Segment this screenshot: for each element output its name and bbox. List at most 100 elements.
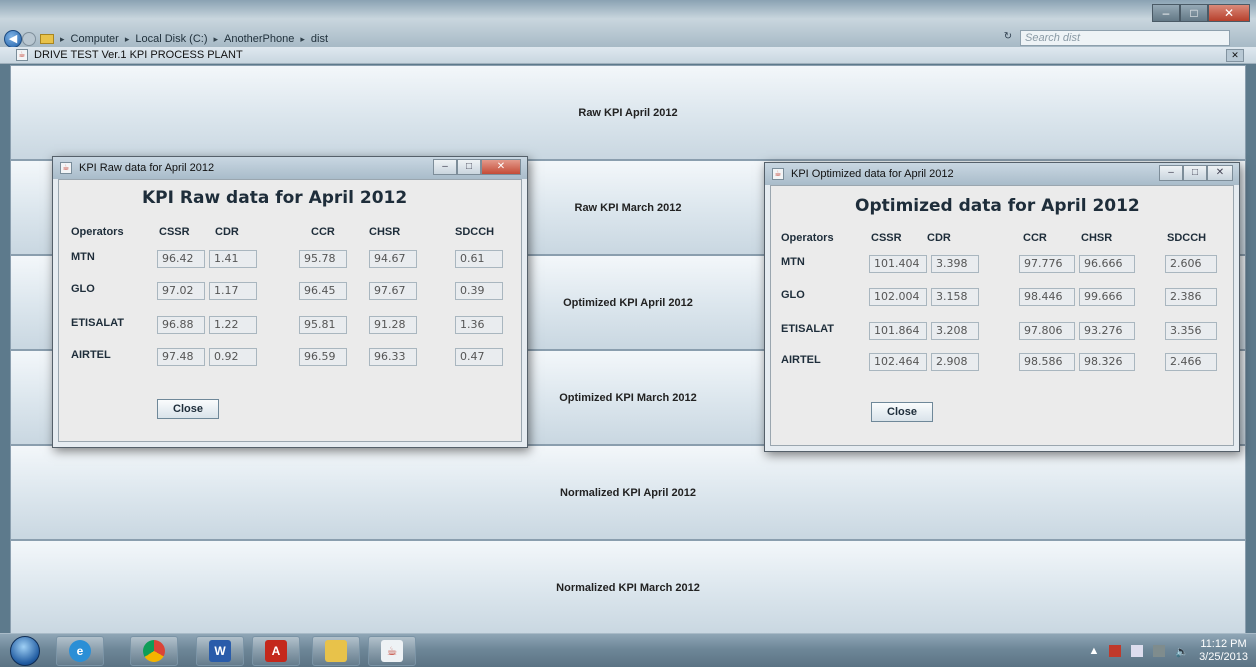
cell-airtel-cdr[interactable]: 0.92 — [209, 348, 257, 366]
column-header-cdr: CDR — [927, 232, 951, 244]
column-header-chsr: CHSR — [369, 226, 401, 238]
raw-kpi-april-button[interactable]: Raw KPI April 2012 — [10, 65, 1246, 160]
cell-mtn-chsr[interactable]: 96.666 — [1079, 255, 1135, 273]
taskbar-java[interactable]: ☕ — [368, 636, 416, 666]
cell-mtn-cssr[interactable]: 101.404 — [869, 255, 927, 273]
row-label-airtel: AIRTEL — [781, 354, 821, 366]
cell-glo-cdr[interactable]: 3.158 — [931, 288, 979, 306]
raw-dialog-content: KPI Raw data for April 2012 Operators CS… — [58, 179, 522, 442]
optimized-dialog-content: Optimized data for April 2012 Operators … — [770, 185, 1234, 446]
folder-icon — [325, 640, 347, 662]
cell-mtn-cdr[interactable]: 3.398 — [931, 255, 979, 273]
taskbar-word[interactable]: W — [196, 636, 244, 666]
clock[interactable]: 11:12 PM 3/25/2013 — [1199, 638, 1248, 664]
app-title: DRIVE TEST Ver.1 KPI PROCESS PLANT — [34, 49, 243, 61]
cell-airtel-cssr[interactable]: 97.48 — [157, 348, 205, 366]
start-button[interactable] — [10, 636, 40, 666]
cell-etisalat-cdr[interactable]: 1.22 — [209, 316, 257, 334]
cell-airtel-chsr[interactable]: 96.33 — [369, 348, 417, 366]
cell-etisalat-ccr[interactable]: 97.806 — [1019, 322, 1075, 340]
breadcrumb-item-anotherphone[interactable]: AnotherPhone — [224, 33, 294, 45]
cell-glo-cdr[interactable]: 1.17 — [209, 282, 257, 300]
breadcrumb-item-dist[interactable]: dist — [311, 33, 328, 45]
app-close-button[interactable]: ✕ — [1226, 49, 1244, 62]
close-button[interactable]: ✕ — [1208, 4, 1250, 22]
java-icon: ☕ — [60, 162, 72, 174]
cell-etisalat-cssr[interactable]: 96.88 — [157, 316, 205, 334]
taskbar-ie[interactable]: e — [56, 636, 104, 666]
maximize-button[interactable]: □ — [1180, 4, 1208, 22]
cell-etisalat-sdcch[interactable]: 3.356 — [1165, 322, 1217, 340]
cell-etisalat-cssr[interactable]: 101.864 — [869, 322, 927, 340]
action-center-icon[interactable] — [1109, 645, 1122, 657]
cell-airtel-cdr[interactable]: 2.908 — [931, 353, 979, 371]
normalized-kpi-march-button[interactable]: Normalized KPI March 2012 — [10, 540, 1246, 635]
breadcrumb-item-local-disk[interactable]: Local Disk (C:) — [135, 33, 207, 45]
taskbar: e W A ☕ ▲ 🔈 11:12 PM 3/25/2013 — [0, 633, 1256, 667]
system-tray: ▲ 🔈 11:12 PM 3/25/2013 — [1088, 636, 1248, 666]
taskbar-explorer[interactable] — [312, 636, 360, 666]
cell-mtn-cdr[interactable]: 1.41 — [209, 250, 257, 268]
battery-icon[interactable] — [1131, 645, 1144, 657]
clock-date: 3/25/2013 — [1199, 651, 1248, 663]
optimized-dialog-titlebar[interactable]: ☕ KPI Optimized data for April 2012 – □ … — [765, 163, 1239, 185]
cell-glo-ccr[interactable]: 96.45 — [299, 282, 347, 300]
raw-data-dialog: ☕ KPI Raw data for April 2012 – □ ✕ KPI … — [52, 156, 528, 448]
row-label-etisalat: ETISALAT — [781, 323, 834, 335]
maximize-button[interactable]: □ — [457, 159, 481, 175]
raw-close-button[interactable]: Close — [157, 399, 219, 419]
normalized-kpi-april-button[interactable]: Normalized KPI April 2012 — [10, 445, 1246, 540]
breadcrumb: ▸ Computer ▸ Local Disk (C:) ▸ AnotherPh… — [40, 33, 328, 45]
cell-airtel-ccr[interactable]: 96.59 — [299, 348, 347, 366]
row-label-glo: GLO — [781, 289, 805, 301]
maximize-button[interactable]: □ — [1183, 165, 1207, 181]
java-icon: ☕ — [381, 640, 403, 662]
cell-glo-cssr[interactable]: 102.004 — [869, 288, 927, 306]
cell-mtn-ccr[interactable]: 95.78 — [299, 250, 347, 268]
cell-glo-ccr[interactable]: 98.446 — [1019, 288, 1075, 306]
close-window-button[interactable]: ✕ — [481, 159, 521, 175]
cell-etisalat-ccr[interactable]: 95.81 — [299, 316, 347, 334]
cell-mtn-sdcch[interactable]: 0.61 — [455, 250, 503, 268]
minimize-button[interactable]: – — [433, 159, 457, 175]
java-icon: ☕ — [16, 49, 28, 61]
volume-icon[interactable]: 🔈 — [1175, 645, 1189, 658]
taskbar-acrobat[interactable]: A — [252, 636, 300, 666]
cell-etisalat-cdr[interactable]: 3.208 — [931, 322, 979, 340]
minimize-button[interactable]: – — [1159, 165, 1183, 181]
chrome-icon — [143, 640, 165, 662]
cell-mtn-sdcch[interactable]: 2.606 — [1165, 255, 1217, 273]
folder-icon — [40, 34, 54, 44]
network-icon[interactable] — [1153, 645, 1166, 657]
cell-etisalat-chsr[interactable]: 93.276 — [1079, 322, 1135, 340]
cell-glo-cssr[interactable]: 97.02 — [157, 282, 205, 300]
cell-etisalat-sdcch[interactable]: 1.36 — [455, 316, 503, 334]
cell-mtn-ccr[interactable]: 97.776 — [1019, 255, 1075, 273]
breadcrumb-item-computer[interactable]: Computer — [71, 33, 119, 45]
cell-glo-sdcch[interactable]: 0.39 — [455, 282, 503, 300]
forward-arrow-icon[interactable] — [22, 32, 36, 46]
cell-glo-chsr[interactable]: 99.666 — [1079, 288, 1135, 306]
back-arrow-icon[interactable]: ◀ — [4, 30, 22, 48]
cell-airtel-cssr[interactable]: 102.464 — [869, 353, 927, 371]
row-label-etisalat: ETISALAT — [71, 317, 124, 329]
show-hidden-icons-icon[interactable]: ▲ — [1088, 645, 1099, 657]
cell-glo-sdcch[interactable]: 2.386 — [1165, 288, 1217, 306]
refresh-icon[interactable]: ↻ — [1000, 31, 1016, 45]
search-input[interactable]: Search dist — [1020, 30, 1230, 46]
cell-mtn-chsr[interactable]: 94.67 — [369, 250, 417, 268]
raw-dialog-heading: KPI Raw data for April 2012 — [142, 188, 408, 208]
cell-airtel-chsr[interactable]: 98.326 — [1079, 353, 1135, 371]
minimize-button[interactable]: – — [1152, 4, 1180, 22]
internet-explorer-icon: e — [69, 640, 91, 662]
optimized-close-button[interactable]: Close — [871, 402, 933, 422]
cell-glo-chsr[interactable]: 97.67 — [369, 282, 417, 300]
raw-dialog-titlebar[interactable]: ☕ KPI Raw data for April 2012 – □ ✕ — [53, 157, 527, 179]
close-window-button[interactable]: ✕ — [1207, 165, 1233, 181]
cell-mtn-cssr[interactable]: 96.42 — [157, 250, 205, 268]
cell-airtel-sdcch[interactable]: 2.466 — [1165, 353, 1217, 371]
taskbar-chrome[interactable] — [130, 636, 178, 666]
cell-etisalat-chsr[interactable]: 91.28 — [369, 316, 417, 334]
cell-airtel-ccr[interactable]: 98.586 — [1019, 353, 1075, 371]
cell-airtel-sdcch[interactable]: 0.47 — [455, 348, 503, 366]
